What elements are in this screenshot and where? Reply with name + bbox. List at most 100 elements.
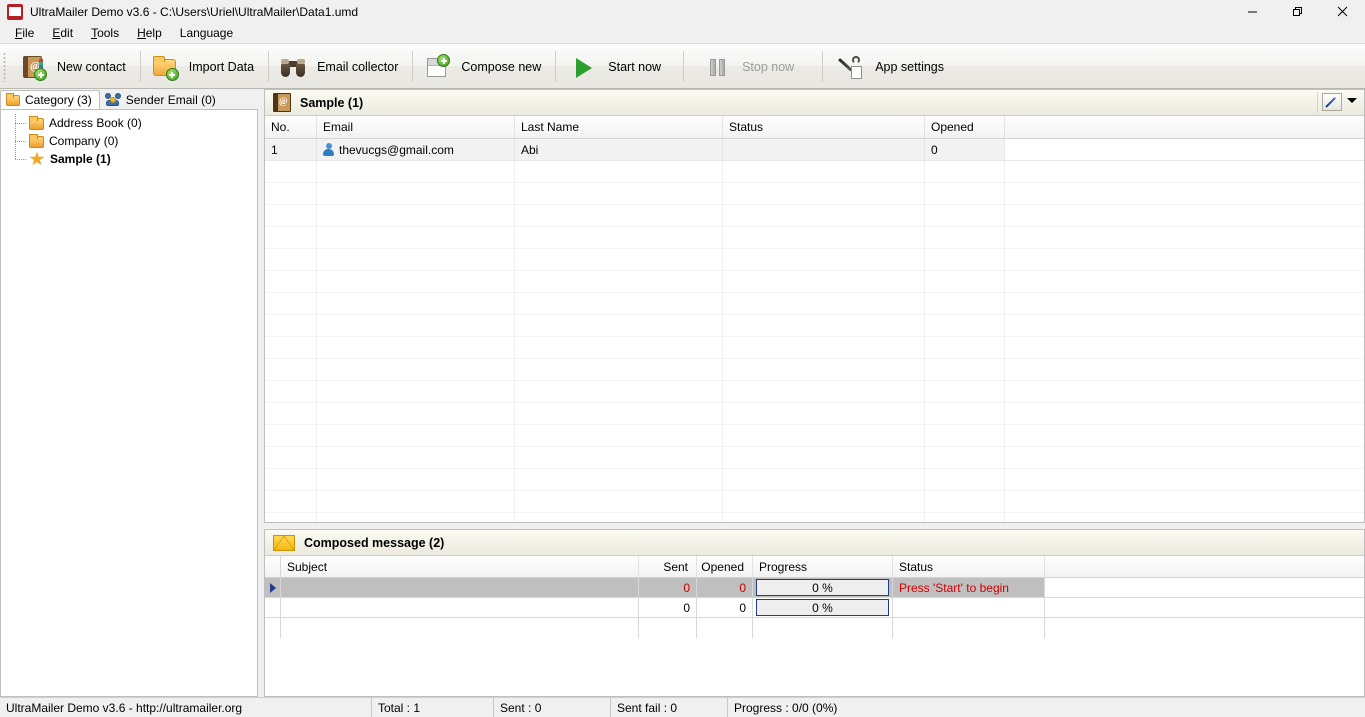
cell-filler xyxy=(1005,513,1364,522)
cell-empty xyxy=(925,425,1005,446)
cell-status: Press 'Start' to begin xyxy=(893,578,1045,597)
cell-empty xyxy=(515,183,723,204)
status-sent: Sent : 0 xyxy=(494,698,611,717)
table-row-empty xyxy=(265,227,1364,249)
column-header-subject[interactable]: Subject xyxy=(281,556,639,577)
compose-new-button[interactable]: Compose new xyxy=(413,45,555,88)
menu-item-tools[interactable]: Tools xyxy=(82,24,128,42)
status-filler xyxy=(888,698,1365,717)
messages-panel: Composed message (2) Subject Sent Opened… xyxy=(264,529,1365,697)
tab-sender-email[interactable]: Sender Email (0) xyxy=(100,90,223,109)
new-contact-button[interactable]: @ New contact xyxy=(9,45,140,88)
table-row[interactable]: 0 0 0 % xyxy=(265,598,1364,618)
cell-filler xyxy=(1045,598,1364,617)
content-area: @ Sample (1) No. Email Last Name Status … xyxy=(258,89,1365,697)
menu-item-file[interactable]: File xyxy=(6,24,43,42)
table-row-empty xyxy=(265,381,1364,403)
cell-empty xyxy=(515,447,723,468)
maximize-button[interactable] xyxy=(1275,0,1320,23)
contacts-grid-header: No. Email Last Name Status Opened xyxy=(265,116,1364,139)
cell-filler xyxy=(1045,618,1364,638)
header-divider xyxy=(1317,92,1318,113)
contacts-grid: No. Email Last Name Status Opened 1 xyxy=(265,116,1364,522)
column-header-sent[interactable]: Sent xyxy=(639,556,697,577)
cell-empty xyxy=(265,337,317,358)
contacts-panel-title: Sample (1) xyxy=(300,96,363,110)
cell-empty xyxy=(723,513,925,522)
messages-grid-header: Subject Sent Opened Progress Status xyxy=(265,556,1364,578)
row-selection-indicator xyxy=(265,578,281,597)
cell-opened xyxy=(697,618,753,638)
start-now-label: Start now xyxy=(608,60,661,74)
cell-empty xyxy=(925,491,1005,512)
cell-progress xyxy=(753,618,893,638)
table-row[interactable]: 0 0 0 % Press 'Start' to begin xyxy=(265,578,1364,598)
status-app-info: UltraMailer Demo v3.6 - http://ultramail… xyxy=(0,698,372,717)
start-now-button[interactable]: Start now xyxy=(556,45,683,88)
cell-empty xyxy=(925,337,1005,358)
cell-progress: 0 % xyxy=(753,578,893,597)
app-settings-button[interactable]: App settings xyxy=(823,45,958,88)
cell-empty xyxy=(317,315,515,336)
address-book-icon: @ xyxy=(273,93,291,112)
cell-filler xyxy=(1005,205,1364,226)
cell-status xyxy=(893,598,1045,617)
email-collector-button[interactable]: Email collector xyxy=(269,45,412,88)
cell-empty xyxy=(723,469,925,490)
cell-empty xyxy=(515,359,723,380)
title-bar: UltraMailer Demo v3.6 - C:\Users\Uriel\U… xyxy=(0,0,1365,23)
menu-item-help[interactable]: Help xyxy=(128,24,171,42)
cell-empty xyxy=(265,249,317,270)
column-header-opened[interactable]: Opened xyxy=(925,116,1005,138)
column-header-no[interactable]: No. xyxy=(265,116,317,138)
cell-empty xyxy=(515,293,723,314)
tree-item-company[interactable]: Company (0) xyxy=(1,132,257,150)
column-header-status[interactable]: Status xyxy=(893,556,1045,577)
menu-bar: File Edit Tools Help Language xyxy=(0,23,1365,44)
tab-category[interactable]: Category (3) xyxy=(0,90,100,109)
menu-item-language[interactable]: Language xyxy=(171,24,242,42)
envelope-icon xyxy=(273,535,295,551)
minimize-button[interactable] xyxy=(1230,0,1275,23)
stop-now-button[interactable]: Stop now xyxy=(684,45,822,88)
table-row[interactable]: 1 thevucgs@gmail.com Abi 0 xyxy=(265,139,1364,161)
cell-empty xyxy=(265,315,317,336)
tree-item-sample[interactable]: Sample (1) xyxy=(1,150,257,168)
cell-empty xyxy=(265,425,317,446)
column-header-opened[interactable]: Opened xyxy=(697,556,753,577)
toolbar-grip[interactable] xyxy=(0,45,9,88)
column-header-progress[interactable]: Progress xyxy=(753,556,893,577)
cell-empty xyxy=(317,359,515,380)
tree-connector xyxy=(15,114,29,132)
folder-icon xyxy=(29,136,44,148)
pencil-icon[interactable] xyxy=(1322,93,1342,111)
column-header-status[interactable]: Status xyxy=(723,116,925,138)
cell-sent: 0 xyxy=(639,578,697,597)
cell-empty xyxy=(925,161,1005,182)
cell-filler xyxy=(1005,491,1364,512)
cell-filler xyxy=(1005,447,1364,468)
cell-empty xyxy=(265,381,317,402)
stop-now-label: Stop now xyxy=(742,60,794,74)
close-button[interactable] xyxy=(1320,0,1365,23)
chevron-down-icon[interactable] xyxy=(1347,98,1357,103)
cell-empty xyxy=(723,249,925,270)
column-header-filler xyxy=(1005,116,1364,138)
cell-empty xyxy=(317,469,515,490)
cell-empty xyxy=(265,491,317,512)
cell-empty xyxy=(265,447,317,468)
cell-opened: 0 xyxy=(697,578,753,597)
status-progress: Progress : 0/0 (0%) xyxy=(728,698,888,717)
cell-empty xyxy=(515,513,723,522)
tab-category-label: Category (3) xyxy=(25,93,92,107)
cell-empty xyxy=(515,469,723,490)
cell-filler xyxy=(1005,381,1364,402)
menu-item-edit[interactable]: Edit xyxy=(43,24,82,42)
tree-item-address-book[interactable]: Address Book (0) xyxy=(1,114,257,132)
row-selection-indicator xyxy=(265,618,281,638)
column-header-last-name[interactable]: Last Name xyxy=(515,116,723,138)
binoculars-icon xyxy=(279,53,307,81)
cell-empty xyxy=(723,271,925,292)
import-data-button[interactable]: Import Data xyxy=(141,45,268,88)
column-header-email[interactable]: Email xyxy=(317,116,515,138)
